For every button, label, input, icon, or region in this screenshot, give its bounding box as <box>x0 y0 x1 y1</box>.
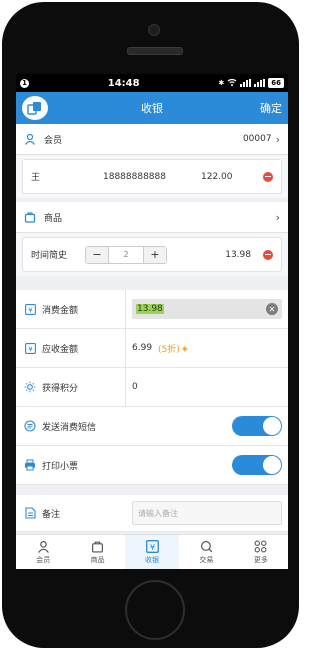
message-icon <box>24 420 36 432</box>
sms-row: 发送消费短信 <box>16 407 288 446</box>
phone-frame: 1 14:48 ✱ 66 收银 确定 会员 00007 › 王 18888888… <box>2 2 299 648</box>
tag-icon: ◈ <box>181 343 188 353</box>
consume-amount-input[interactable]: 13.98 ✕ <box>132 299 282 319</box>
svg-text:¥: ¥ <box>28 345 33 353</box>
person-icon <box>36 540 50 554</box>
front-camera <box>148 24 160 36</box>
chevron-right-icon: › <box>275 132 280 146</box>
earpiece-speaker <box>127 47 183 55</box>
yen-icon: ¥ <box>24 303 36 315</box>
grid-icon <box>254 540 268 554</box>
member-label: 会员 <box>44 135 63 146</box>
print-row: 打印小票 <box>16 446 288 485</box>
tab-member[interactable]: 会员 <box>16 535 70 569</box>
increment-button[interactable]: + <box>144 246 167 263</box>
tab-label: 交易 <box>199 555 214 564</box>
nav-bar: 收银 确定 <box>16 92 288 124</box>
note-icon <box>24 507 36 519</box>
spacer <box>16 276 288 290</box>
member-name: 王 <box>31 173 41 183</box>
points-value: 0 <box>132 382 138 392</box>
quantity-stepper: − 2 + <box>85 245 168 264</box>
yen-icon: ¥ <box>145 540 159 554</box>
svg-text:¥: ¥ <box>149 542 154 552</box>
member-id: 00007 <box>242 134 272 144</box>
member-card: 王 18888888888 122.00 <box>22 159 282 194</box>
tab-cashier[interactable]: ¥ 收银 <box>124 535 180 569</box>
member-section-header[interactable]: 会员 00007 › <box>16 124 288 155</box>
yen-icon: ¥ <box>24 342 36 354</box>
goods-item-card: 时间简史 − 2 + 13.98 <box>22 237 282 272</box>
remark-label: 备注 <box>42 509 61 520</box>
chevron-right-icon: › <box>275 210 280 224</box>
bag-icon <box>24 211 36 223</box>
tab-bar: 会员 商品 ¥ 收银 交易 更多 <box>16 534 288 569</box>
goods-item-price: 13.98 <box>225 249 251 260</box>
print-label: 打印小票 <box>42 461 79 472</box>
consume-amount-row: ¥ 消费金额 13.98 ✕ <box>16 290 288 329</box>
consume-amount-value: 13.98 <box>136 304 164 314</box>
goods-item-name: 时间简史 <box>31 251 68 261</box>
tab-label: 更多 <box>253 555 268 564</box>
goods-section-header[interactable]: 商品 › <box>16 202 288 233</box>
tab-label: 收银 <box>145 555 160 564</box>
sms-label: 发送消费短信 <box>42 422 97 433</box>
spacer <box>16 485 288 495</box>
confirm-button[interactable]: 确定 <box>260 100 282 116</box>
app-screen: 1 14:48 ✱ 66 收银 确定 会员 00007 › 王 18888888… <box>16 74 288 569</box>
battery-indicator: 66 <box>268 78 284 88</box>
page-title: 收银 <box>141 102 163 115</box>
tab-label: 商品 <box>90 555 105 564</box>
decrement-button[interactable]: − <box>86 246 109 263</box>
app-logo-icon[interactable] <box>22 96 48 120</box>
tab-more[interactable]: 更多 <box>234 535 288 569</box>
goods-label: 商品 <box>44 213 63 224</box>
receivable-amount-row: ¥ 应收金额 6.99 (5折) ◈ <box>16 329 288 368</box>
printer-icon <box>24 459 36 471</box>
home-button[interactable] <box>125 580 185 640</box>
tab-goods[interactable]: 商品 <box>70 535 124 569</box>
sun-icon <box>24 381 36 393</box>
tab-label: 会员 <box>36 555 51 564</box>
print-toggle[interactable] <box>232 455 282 475</box>
remove-goods-icon[interactable] <box>263 249 273 260</box>
member-card-wrap: 王 18888888888 122.00 <box>16 155 288 198</box>
signal-icon <box>240 79 252 87</box>
notification-badge: 1 <box>20 78 29 88</box>
receivable-label: 应收金额 <box>42 344 79 355</box>
signal-icon-2 <box>254 79 266 87</box>
points-row: 获得积分 0 <box>16 368 288 407</box>
tab-transactions[interactable]: 交易 <box>179 535 233 569</box>
search-icon <box>199 540 213 554</box>
wifi-icon <box>227 78 237 88</box>
quantity-input[interactable]: 2 <box>108 246 145 263</box>
goods-card-wrap: 时间简史 − 2 + 13.98 <box>16 233 288 276</box>
remark-row: 备注 请输入备注 <box>16 495 288 532</box>
member-amount: 122.00 <box>201 171 233 182</box>
remark-input[interactable]: 请输入备注 <box>132 501 282 525</box>
sms-toggle[interactable] <box>232 416 282 436</box>
bluetooth-icon: ✱ <box>218 79 225 87</box>
discount-badge[interactable]: (5折) <box>158 342 180 355</box>
member-phone: 18888888888 <box>103 171 166 182</box>
bag-icon <box>91 540 105 554</box>
receivable-value: 6.99 <box>132 343 153 353</box>
status-bar: 1 14:48 ✱ 66 <box>16 74 288 92</box>
points-label: 获得积分 <box>42 383 79 394</box>
consume-label: 消费金额 <box>42 305 79 316</box>
remove-member-icon[interactable] <box>263 171 273 182</box>
svg-text:¥: ¥ <box>28 306 33 314</box>
status-time: 14:48 <box>107 77 140 89</box>
person-icon <box>24 133 36 145</box>
clear-icon[interactable]: ✕ <box>266 303 278 315</box>
